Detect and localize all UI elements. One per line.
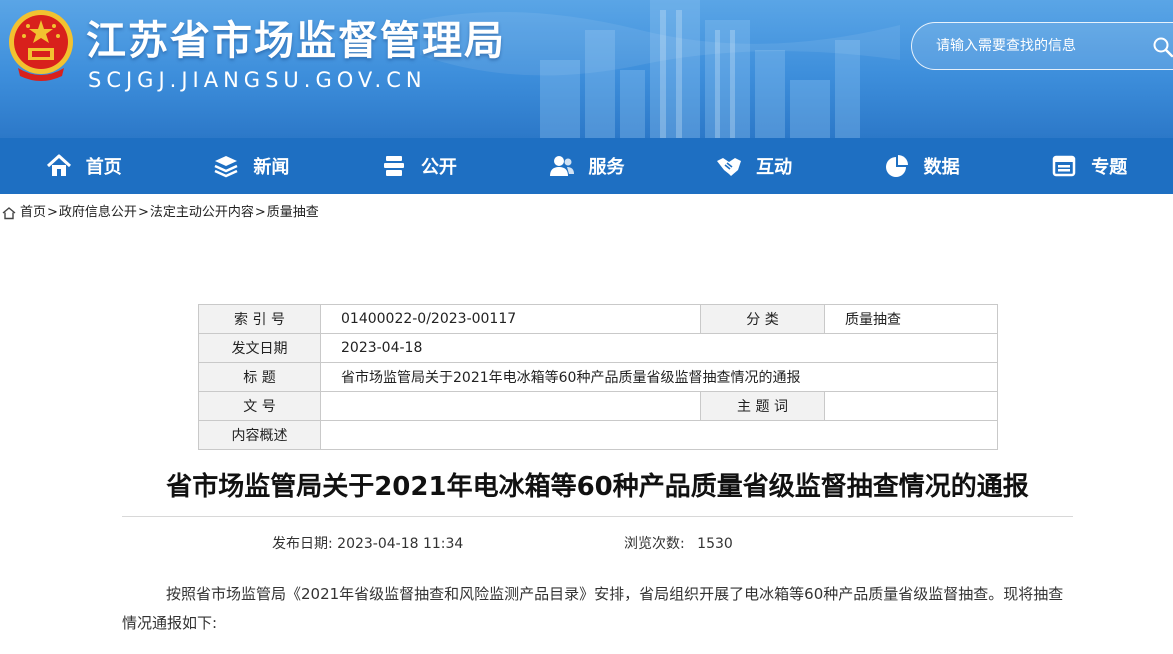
users-icon (549, 156, 574, 176)
article-paragraph: 按照省市场监管局《2021年省级监督抽查和风险监测产品目录》安排，省局组织开展了… (122, 585, 1064, 632)
view-count: 浏览次数: 1530 (624, 533, 733, 553)
breadcrumb-link-gov-info[interactable]: 政府信息公开 (59, 194, 137, 232)
site-domain: SCJGJ.JIANGSU.GOV.CN (88, 68, 427, 92)
breadcrumb: 首页 > 政府信息公开 > 法定主动公开内容 > 质量抽查 (0, 194, 1173, 232)
breadcrumb-link-quality-check[interactable]: 质量抽查 (267, 194, 319, 232)
title-value: 省市场监管局关于2021年电冰箱等60种产品质量省级监督抽查情况的通报 (320, 362, 998, 392)
table-row: 索 引 号 01400022-0/2023-00117 分 类 质量抽查 (198, 304, 998, 334)
table-row: 文 号 主 题 词 (198, 391, 998, 421)
date-value: 2023-04-18 (320, 333, 998, 363)
layers-icon (214, 156, 238, 178)
breadcrumb-separator: > (254, 205, 266, 220)
nav-label: 互动 (756, 157, 793, 178)
main-nav: 首页 新闻 公开 服务 互动 数据 专题 (0, 138, 1173, 194)
doc-number-value (320, 391, 701, 421)
nav-label: 首页 (85, 157, 122, 178)
nav-item-data[interactable]: 数据 (838, 138, 1006, 194)
summary-value (320, 420, 998, 450)
doc-number-label: 文 号 (198, 391, 321, 421)
date-label: 发文日期 (198, 333, 321, 363)
home-icon (2, 207, 16, 220)
calendar-icon (1053, 155, 1076, 177)
nav-item-news[interactable]: 新闻 (168, 138, 336, 194)
table-row: 标 题 省市场监管局关于2021年电冰箱等60种产品质量省级监督抽查情况的通报 (198, 362, 998, 392)
publish-date-label: 发布日期: (272, 536, 333, 552)
category-value: 质量抽查 (824, 304, 998, 334)
publish-date-value: 2023-04-18 11:34 (337, 536, 464, 552)
search-input[interactable] (936, 35, 1136, 57)
breadcrumb-link-statutory[interactable]: 法定主动公开内容 (150, 194, 254, 232)
breadcrumb-separator: > (47, 205, 58, 220)
view-count-value: 1530 (697, 536, 733, 552)
nav-item-interaction[interactable]: 互动 (670, 138, 838, 194)
nav-label: 新闻 (253, 157, 290, 178)
nav-item-public[interactable]: 公开 (335, 138, 503, 194)
keywords-value (824, 391, 998, 421)
keywords-label: 主 题 词 (700, 391, 825, 421)
table-row: 内容概述 (198, 420, 998, 450)
index-value: 01400022-0/2023-00117 (320, 304, 701, 334)
pie-chart-icon (885, 155, 908, 177)
handshake-icon (717, 158, 742, 176)
summary-label: 内容概述 (198, 420, 321, 450)
nav-label: 专题 (1091, 157, 1128, 178)
title-label: 标 题 (198, 362, 321, 392)
nav-label: 服务 (588, 157, 625, 178)
table-row: 发文日期 2023-04-18 (198, 333, 998, 363)
nav-label: 公开 (420, 157, 457, 178)
view-count-label: 浏览次数: (624, 536, 685, 552)
category-label: 分 类 (700, 304, 825, 334)
home-icon (46, 154, 71, 176)
national-emblem-icon (9, 10, 73, 81)
index-label: 索 引 号 (198, 304, 321, 334)
search-box (911, 22, 1173, 70)
nav-item-service[interactable]: 服务 (503, 138, 671, 194)
document-meta-table: 索 引 号 01400022-0/2023-00117 分 类 质量抽查 发文日… (198, 304, 998, 450)
title-divider (122, 516, 1073, 517)
breadcrumb-link-home[interactable]: 首页 (20, 194, 46, 232)
nav-item-topics[interactable]: 专题 (1005, 138, 1173, 194)
breadcrumb-separator: > (137, 205, 149, 220)
site-title: 江苏省市场监督管理局 (86, 18, 506, 64)
document-stack-icon (383, 156, 404, 176)
nav-item-home[interactable]: 首页 (0, 138, 168, 194)
site-header: 江苏省市场监督管理局 SCJGJ.JIANGSU.GOV.CN (0, 0, 1173, 138)
search-icon[interactable] (1152, 36, 1173, 58)
nav-label: 数据 (923, 157, 960, 178)
publish-date: 发布日期: 2023-04-18 11:34 (272, 533, 463, 553)
article-title: 省市场监管局关于2021年电冰箱等60种产品质量省级监督抽查情况的通报 (166, 472, 1029, 502)
